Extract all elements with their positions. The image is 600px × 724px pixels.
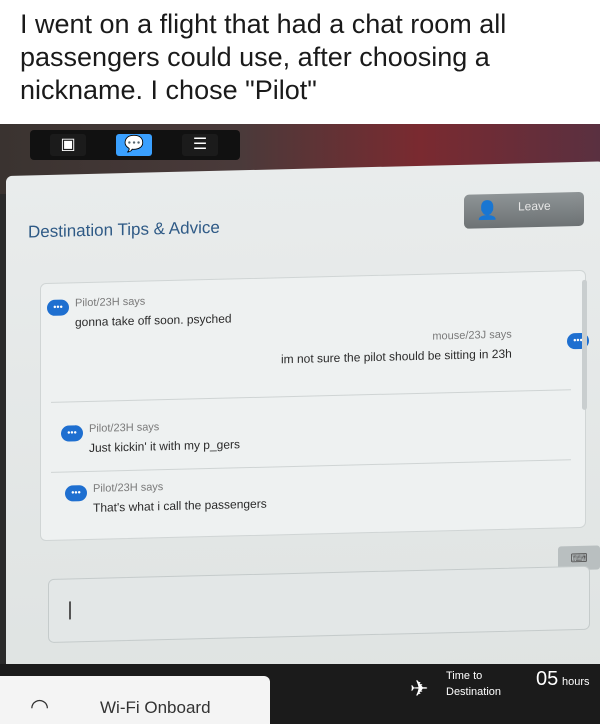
chat-message: Pilot/23H says Just kickin' it with my p… <box>89 419 240 455</box>
server-icon[interactable]: ☰ <box>182 134 218 156</box>
time-to-destination-label: Time to Destination <box>446 670 502 698</box>
message-text: That's what i call the passengers <box>93 496 267 515</box>
wifi-status: ◠ Wi-Fi Onboard <box>0 676 270 724</box>
chat-messages: ••• Pilot/23H says gonna take off soon. … <box>40 269 589 542</box>
post-caption: I went on a flight that had a chat room … <box>20 9 507 105</box>
airplane-icon: ✈ <box>410 676 429 701</box>
time-to-destination-value: 05 <box>536 668 559 690</box>
message-text: im not sure the pilot should be sitting … <box>281 346 512 367</box>
inflight-screen-photo: ▣ 💬 ☰ Destination Tips & Advice 👤 Leave … <box>0 124 600 724</box>
message-divider <box>51 389 571 403</box>
chat-bubble-icon: ••• <box>65 485 87 502</box>
top-nav: ▣ 💬 ☰ <box>30 130 240 160</box>
chat-screen: Destination Tips & Advice 👤 Leave ••• Pi… <box>6 161 600 696</box>
chat-scrollbar[interactable] <box>582 279 587 410</box>
leave-button[interactable]: 👤 Leave <box>464 191 584 229</box>
message-input[interactable] <box>48 565 590 643</box>
message-text: Just kickin' it with my p_gers <box>89 437 241 455</box>
user-icon: 👤 <box>476 199 499 221</box>
wifi-icon: ◠ <box>30 694 50 719</box>
message-sender: mouse/23J says <box>432 328 512 343</box>
chat-message: Pilot/23H says That's what i call the pa… <box>93 479 267 515</box>
message-sender: Pilot/23H says <box>89 421 160 435</box>
chat-title: Destination Tips & Advice <box>28 217 220 242</box>
wifi-label: Wi-Fi Onboard <box>100 698 211 717</box>
message-sender: Pilot/23H says <box>93 481 164 495</box>
chat-message: mouse/23J says im not sure the pilot sho… <box>281 329 512 367</box>
chat-icon[interactable]: 💬 <box>116 134 152 156</box>
leave-label: Leave <box>518 198 551 214</box>
chat-bubble-icon: ••• <box>61 425 83 442</box>
message-sender: Pilot/23H says <box>75 295 146 310</box>
monitor-icon[interactable]: ▣ <box>50 134 86 156</box>
chat-bubble-icon: ••• <box>47 299 69 316</box>
text-caret <box>69 601 71 620</box>
time-unit: hours <box>562 676 590 688</box>
chat-message: Pilot/23H says gonna take off soon. psyc… <box>75 293 232 330</box>
message-text: gonna take off soon. psyched <box>75 311 232 330</box>
message-divider <box>51 459 571 473</box>
